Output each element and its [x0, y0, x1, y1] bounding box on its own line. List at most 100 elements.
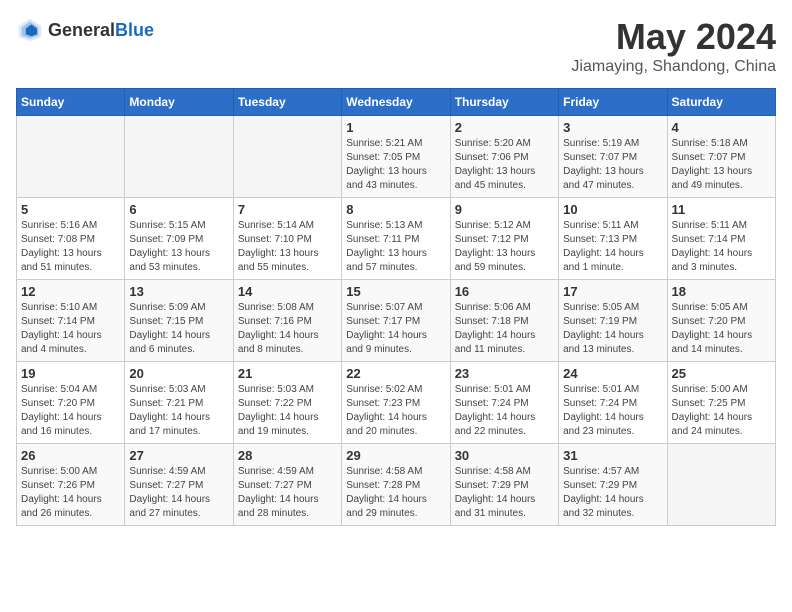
day-info: Sunrise: 5:01 AM Sunset: 7:24 PM Dayligh…	[455, 383, 554, 439]
calendar-cell: 8 Sunrise: 5:13 AM Sunset: 7:11 PM Daylig…	[342, 198, 450, 280]
calendar-cell	[233, 116, 341, 198]
day-number: 9	[455, 202, 554, 217]
location-title: Jiamaying, Shandong, China	[571, 58, 776, 76]
calendar-cell: 27 Sunrise: 4:59 AM Sunset: 7:27 PM Dayli…	[125, 444, 233, 526]
day-info: Sunrise: 4:59 AM Sunset: 7:27 PM Dayligh…	[238, 465, 337, 521]
calendar-week-row: 12Sunrise: 5:10 AM Sunset: 7:14 PM Dayli…	[17, 280, 776, 362]
calendar-cell: 20 Sunrise: 5:03 AM Sunset: 7:21 PM Dayli…	[125, 362, 233, 444]
days-of-week-row: SundayMondayTuesdayWednesdayThursdayFrid…	[17, 89, 776, 116]
day-info: Sunrise: 4:57 AM Sunset: 7:29 PM Dayligh…	[563, 465, 662, 521]
day-number: 24	[563, 366, 662, 381]
day-number: 10	[563, 202, 662, 217]
day-info: Sunrise: 5:20 AM Sunset: 7:06 PM Dayligh…	[455, 137, 554, 193]
day-of-week-header: Wednesday	[342, 89, 450, 116]
calendar-cell: 15 Sunrise: 5:07 AM Sunset: 7:17 PM Dayli…	[342, 280, 450, 362]
page-header: GeneralBlue May 2024 Jiamaying, Shandong…	[16, 16, 776, 76]
calendar-cell: 19 Sunrise: 5:04 AM Sunset: 7:20 PM Dayli…	[17, 362, 125, 444]
logo: GeneralBlue	[16, 16, 154, 44]
day-number: 5	[21, 202, 120, 217]
calendar-cell: 5 Sunrise: 5:16 AM Sunset: 7:08 PM Daylig…	[17, 198, 125, 280]
day-of-week-header: Sunday	[17, 89, 125, 116]
day-info: Sunrise: 5:15 AM Sunset: 7:09 PM Dayligh…	[129, 219, 228, 275]
day-number: 12	[21, 284, 120, 299]
day-info: Sunrise: 4:59 AM Sunset: 7:27 PM Dayligh…	[129, 465, 228, 521]
day-number: 1	[346, 120, 445, 135]
calendar-cell: 22 Sunrise: 5:02 AM Sunset: 7:23 PM Dayli…	[342, 362, 450, 444]
calendar-cell: 28Sunrise: 4:59 AM Sunset: 7:27 PM Dayli…	[233, 444, 341, 526]
day-number: 17	[563, 284, 662, 299]
day-number: 31	[563, 448, 662, 463]
calendar-cell: 29 Sunrise: 4:58 AM Sunset: 7:28 PM Dayli…	[342, 444, 450, 526]
day-number: 27	[129, 448, 228, 463]
day-info: Sunrise: 5:04 AM Sunset: 7:20 PM Dayligh…	[21, 383, 120, 439]
day-number: 25	[672, 366, 771, 381]
calendar-week-row: 19 Sunrise: 5:04 AM Sunset: 7:20 PM Dayli…	[17, 362, 776, 444]
calendar-table: SundayMondayTuesdayWednesdayThursdayFrid…	[16, 88, 776, 526]
calendar-cell: 26 Sunrise: 5:00 AM Sunset: 7:26 PM Dayli…	[17, 444, 125, 526]
day-info: Sunrise: 5:00 AM Sunset: 7:25 PM Dayligh…	[672, 383, 771, 439]
calendar-cell: 24 Sunrise: 5:01 AM Sunset: 7:24 PM Dayli…	[559, 362, 667, 444]
day-number: 20	[129, 366, 228, 381]
day-info: Sunrise: 5:01 AM Sunset: 7:24 PM Dayligh…	[563, 383, 662, 439]
calendar-cell: 7 Sunrise: 5:14 AM Sunset: 7:10 PM Daylig…	[233, 198, 341, 280]
day-number: 18	[672, 284, 771, 299]
day-of-week-header: Friday	[559, 89, 667, 116]
calendar-cell: 17Sunrise: 5:05 AM Sunset: 7:19 PM Dayli…	[559, 280, 667, 362]
day-info: Sunrise: 5:05 AM Sunset: 7:20 PM Dayligh…	[672, 301, 771, 357]
calendar-cell: 21 Sunrise: 5:03 AM Sunset: 7:22 PM Dayli…	[233, 362, 341, 444]
day-info: Sunrise: 5:19 AM Sunset: 7:07 PM Dayligh…	[563, 137, 662, 193]
calendar-cell: 1 Sunrise: 5:21 AM Sunset: 7:05 PM Daylig…	[342, 116, 450, 198]
day-of-week-header: Saturday	[667, 89, 775, 116]
day-number: 4	[672, 120, 771, 135]
calendar-week-row: 5 Sunrise: 5:16 AM Sunset: 7:08 PM Daylig…	[17, 198, 776, 280]
day-info: Sunrise: 5:06 AM Sunset: 7:18 PM Dayligh…	[455, 301, 554, 357]
day-info: Sunrise: 5:16 AM Sunset: 7:08 PM Dayligh…	[21, 219, 120, 275]
calendar-cell: 10Sunrise: 5:11 AM Sunset: 7:13 PM Dayli…	[559, 198, 667, 280]
day-info: Sunrise: 5:13 AM Sunset: 7:11 PM Dayligh…	[346, 219, 445, 275]
day-info: Sunrise: 5:09 AM Sunset: 7:15 PM Dayligh…	[129, 301, 228, 357]
calendar-title: May 2024	[571, 16, 776, 58]
day-number: 11	[672, 202, 771, 217]
day-info: Sunrise: 5:02 AM Sunset: 7:23 PM Dayligh…	[346, 383, 445, 439]
day-number: 8	[346, 202, 445, 217]
day-number: 29	[346, 448, 445, 463]
day-info: Sunrise: 5:21 AM Sunset: 7:05 PM Dayligh…	[346, 137, 445, 193]
day-info: Sunrise: 5:14 AM Sunset: 7:10 PM Dayligh…	[238, 219, 337, 275]
day-info: Sunrise: 5:07 AM Sunset: 7:17 PM Dayligh…	[346, 301, 445, 357]
calendar-cell: 2 Sunrise: 5:20 AM Sunset: 7:06 PM Daylig…	[450, 116, 558, 198]
calendar-cell: 9 Sunrise: 5:12 AM Sunset: 7:12 PM Daylig…	[450, 198, 558, 280]
calendar-cell: 4 Sunrise: 5:18 AM Sunset: 7:07 PM Daylig…	[667, 116, 775, 198]
calendar-cell: 23Sunrise: 5:01 AM Sunset: 7:24 PM Dayli…	[450, 362, 558, 444]
calendar-cell: 14 Sunrise: 5:08 AM Sunset: 7:16 PM Dayli…	[233, 280, 341, 362]
calendar-cell	[667, 444, 775, 526]
calendar-week-row: 26 Sunrise: 5:00 AM Sunset: 7:26 PM Dayli…	[17, 444, 776, 526]
day-info: Sunrise: 4:58 AM Sunset: 7:28 PM Dayligh…	[346, 465, 445, 521]
calendar-cell: 12Sunrise: 5:10 AM Sunset: 7:14 PM Dayli…	[17, 280, 125, 362]
day-number: 7	[238, 202, 337, 217]
logo-icon	[16, 16, 44, 44]
day-number: 6	[129, 202, 228, 217]
calendar-cell	[125, 116, 233, 198]
day-info: Sunrise: 5:18 AM Sunset: 7:07 PM Dayligh…	[672, 137, 771, 193]
day-number: 14	[238, 284, 337, 299]
logo-text: GeneralBlue	[48, 20, 154, 41]
day-number: 19	[21, 366, 120, 381]
calendar-cell: 25 Sunrise: 5:00 AM Sunset: 7:25 PM Dayli…	[667, 362, 775, 444]
day-info: Sunrise: 5:03 AM Sunset: 7:22 PM Dayligh…	[238, 383, 337, 439]
calendar-cell: 3Sunrise: 5:19 AM Sunset: 7:07 PM Daylig…	[559, 116, 667, 198]
day-info: Sunrise: 5:08 AM Sunset: 7:16 PM Dayligh…	[238, 301, 337, 357]
day-number: 22	[346, 366, 445, 381]
calendar-cell: 18 Sunrise: 5:05 AM Sunset: 7:20 PM Dayli…	[667, 280, 775, 362]
day-info: Sunrise: 5:00 AM Sunset: 7:26 PM Dayligh…	[21, 465, 120, 521]
day-number: 26	[21, 448, 120, 463]
day-number: 15	[346, 284, 445, 299]
day-info: Sunrise: 5:03 AM Sunset: 7:21 PM Dayligh…	[129, 383, 228, 439]
calendar-cell: 30Sunrise: 4:58 AM Sunset: 7:29 PM Dayli…	[450, 444, 558, 526]
calendar-cell: 31 Sunrise: 4:57 AM Sunset: 7:29 PM Dayli…	[559, 444, 667, 526]
day-number: 13	[129, 284, 228, 299]
calendar-cell: 6 Sunrise: 5:15 AM Sunset: 7:09 PM Daylig…	[125, 198, 233, 280]
day-of-week-header: Thursday	[450, 89, 558, 116]
day-number: 21	[238, 366, 337, 381]
day-number: 2	[455, 120, 554, 135]
day-info: Sunrise: 5:12 AM Sunset: 7:12 PM Dayligh…	[455, 219, 554, 275]
